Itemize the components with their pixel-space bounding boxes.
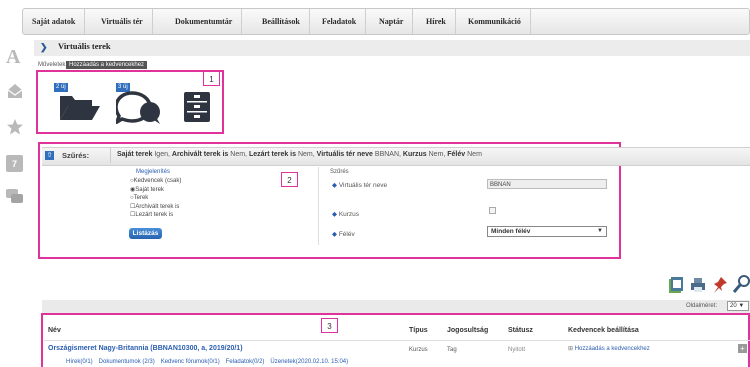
annotation-number-1: 1 [203, 71, 220, 86]
name-field[interactable]: BBNAN [487, 179, 607, 189]
col-name[interactable]: Név [48, 327, 61, 334]
forum-icon[interactable] [116, 90, 162, 124]
add-favorite-link[interactable]: ⊞ Hozzáadás a kedvencekhez [568, 345, 650, 352]
envelope-icon[interactable] [6, 82, 24, 100]
annotation-number-3: 3 [321, 318, 338, 333]
calendar-day: 7 [11, 159, 17, 169]
nav-virtualis-ter[interactable]: Virtuális tér [92, 9, 153, 34]
row-sublink[interactable]: Feladatok(0/2) [226, 359, 265, 365]
list-button[interactable]: Listázás [129, 228, 162, 239]
course-label: ◆ Kurzus [332, 211, 360, 218]
collapse-icon[interactable]: ⇧ [45, 151, 54, 160]
archive-icon[interactable] [183, 91, 211, 123]
option-label: Lezárt terek is [135, 212, 174, 218]
filter-summary: Saját terek Igen, Archivált terek is Nem… [117, 151, 482, 158]
nav-feladatok[interactable]: Feladatok [313, 9, 367, 34]
summary-value: Nem, [228, 151, 249, 158]
nav-naptar[interactable]: Naptár [370, 9, 414, 34]
row-status: Nyitott [508, 347, 526, 353]
row-sublink[interactable]: Hírek(0/1) [66, 359, 93, 365]
print-icon[interactable] [690, 277, 706, 293]
nav-hirek[interactable]: Hírek [417, 9, 456, 34]
chevron-right-icon: ❯ [40, 42, 48, 52]
option-label: Kedvencek (csak) [133, 178, 182, 184]
title-bar [34, 40, 750, 56]
nav-beallitasok[interactable]: Beállítások [253, 9, 310, 34]
summary-key: Saját terek [117, 151, 153, 158]
summary-key: Kurzus [402, 151, 427, 158]
page-size-select[interactable]: 20 ▼ [727, 301, 749, 311]
star-icon[interactable] [6, 118, 24, 136]
chevron-down-icon: ▼ [597, 228, 603, 234]
plus-box-icon: ⊞ [568, 346, 574, 352]
row-links: Hírek(0/1) Dokumentumok (2/3) Kedvenc fóru… [66, 359, 354, 365]
top-navigation: Saját adatok Virtuális tér Dokumentumtár… [22, 8, 750, 35]
col-permission[interactable]: Jogosultság [447, 327, 488, 334]
row-type: Kurzus [409, 347, 428, 353]
semester-label: ◆ Félév [332, 231, 355, 238]
course-checkbox[interactable] [489, 207, 496, 214]
summary-value: Nem, [296, 151, 317, 158]
filter-title: Szűrés [330, 169, 349, 175]
page-size-label: Oldalméret: [686, 303, 718, 309]
folder-new-badge: 2 új [54, 83, 68, 92]
page-size-value: 20 [730, 303, 737, 309]
pager-bar [42, 300, 750, 313]
display-option[interactable]: ◉Saját terek [130, 186, 181, 195]
annotation-number-2: 2 [281, 172, 298, 187]
summary-key: Archivált terek is [171, 151, 229, 158]
excel-export-icon[interactable] [668, 276, 684, 294]
summary-key: Virtuális tér neve [316, 151, 373, 158]
nav-saját-adatok[interactable]: Saját adatok [23, 9, 86, 34]
col-favorites: Kedvencek beállítása [568, 327, 639, 334]
nav-kommunikacio[interactable]: Kommunikáció [459, 9, 531, 34]
row-permission: Tag [447, 347, 457, 353]
row-sublink[interactable]: Dokumentumok (2/3) [99, 359, 155, 365]
display-option[interactable]: ○Kedvencek (csak) [130, 177, 181, 186]
option-label: Saját terek [135, 186, 164, 193]
course-link[interactable]: Országismeret Nagy-Britannia (BBNAN10300… [48, 345, 243, 352]
summary-value: BBNAN, [372, 151, 403, 158]
summary-value: Nem [465, 151, 482, 158]
col-status[interactable]: Státusz [508, 327, 533, 334]
page-title: Virtuális terek [58, 41, 111, 51]
chat-icon[interactable] [5, 188, 25, 206]
col-type[interactable]: Típus [409, 327, 428, 334]
option-label: Archivált terek is [135, 203, 180, 210]
folder-icon[interactable] [58, 92, 102, 122]
display-option[interactable]: ☐Archivált terek is [130, 203, 181, 212]
pin-icon[interactable] [712, 276, 728, 294]
display-options: ○Kedvencek (csak) ◉Saját terek ○Terek ☐Arch… [130, 177, 181, 220]
filter-label: Szűrés: [62, 151, 90, 160]
semester-select[interactable]: Minden félév ▼ [487, 226, 607, 237]
display-option[interactable]: ☐Lezárt terek is [130, 211, 181, 220]
tooltip: Hozzáadás a kedvencekhez [66, 61, 148, 69]
display-option[interactable]: ○Terek [130, 194, 181, 203]
divider [318, 167, 319, 245]
summary-key: Lezárt terek is [248, 151, 297, 158]
text-size-icon[interactable]: A [6, 47, 24, 67]
summary-key: Félév [447, 151, 466, 158]
search-icon[interactable] [733, 275, 750, 294]
calendar-icon[interactable]: 7 [6, 155, 23, 172]
summary-value: Igen, [152, 151, 172, 158]
row-sublink[interactable]: Kedvenc fórumok(0/1) [161, 359, 220, 365]
row-sublink[interactable]: Üzenetek(2020.02.10. 15:04) [270, 359, 348, 365]
actions-label: Műveletek: [38, 62, 68, 68]
name-label: ◆ Virtuális tér neve [332, 182, 388, 189]
divider [44, 340, 750, 341]
option-label: Terek [133, 195, 149, 201]
nav-dokumentumtar[interactable]: Dokumentumtár [166, 9, 243, 34]
semester-value: Minden félév [491, 228, 531, 235]
summary-value: Nem, [426, 151, 448, 158]
divider [110, 148, 111, 163]
display-title: Megjelenítés [136, 169, 171, 175]
expand-icon[interactable]: + [738, 344, 747, 353]
